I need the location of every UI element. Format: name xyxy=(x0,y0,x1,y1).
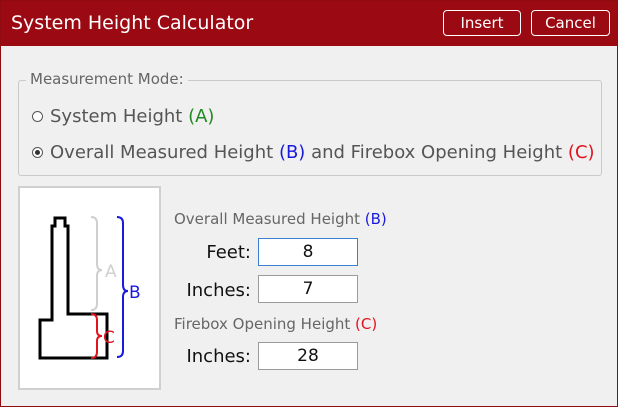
overall-inches-input[interactable]: 7 xyxy=(258,275,358,303)
brace-b-icon xyxy=(116,216,129,358)
diagram-label-b: B xyxy=(129,283,141,303)
radio-label: System Height xyxy=(50,106,183,127)
firebox-inches-input[interactable]: 28 xyxy=(258,342,358,370)
firebox-height-heading-text: Firebox Opening Height xyxy=(174,315,351,333)
window-title: System Height Calculator xyxy=(11,12,254,34)
radio-button-selected-icon[interactable] xyxy=(32,147,43,158)
title-bar: System Height Calculator Insert Cancel xyxy=(1,1,617,46)
calculator-window: System Height Calculator Insert Cancel M… xyxy=(0,0,618,407)
diagram-label-a: A xyxy=(105,262,117,282)
overall-inches-label: Inches: xyxy=(186,280,251,301)
brace-a-icon xyxy=(90,216,103,311)
firebox-height-heading: Firebox Opening Height (C) xyxy=(174,315,377,333)
radio-label-overall: Overall Measured Height xyxy=(50,142,274,163)
cancel-button[interactable]: Cancel xyxy=(531,10,610,36)
radio-button-icon[interactable] xyxy=(32,111,43,122)
measurement-mode-legend: Measurement Mode: xyxy=(26,70,188,88)
radio-label-firebox: and Firebox Opening Height xyxy=(311,142,563,163)
overall-height-heading-text: Overall Measured Height xyxy=(174,210,360,228)
firebox-height-heading-tag: (C) xyxy=(355,315,378,333)
radio-tag-c: (C) xyxy=(567,142,595,163)
radio-tag-a: (A) xyxy=(188,106,215,127)
brace-c-icon xyxy=(90,313,103,359)
diagram-label-c: C xyxy=(103,328,115,348)
radio-system-height[interactable]: System Height (A) xyxy=(32,106,214,127)
radio-overall-and-firebox[interactable]: Overall Measured Height (B) and Firebox … xyxy=(32,142,595,163)
overall-height-heading-tag: (B) xyxy=(364,210,387,228)
feet-input[interactable]: 8 xyxy=(258,238,358,266)
overall-height-heading: Overall Measured Height (B) xyxy=(174,210,387,228)
firebox-inches-label: Inches: xyxy=(186,346,251,367)
insert-button[interactable]: Insert xyxy=(443,10,521,36)
feet-label: Feet: xyxy=(206,242,251,263)
chimney-diagram-svg: A B C xyxy=(38,216,141,360)
radio-tag-b: (B) xyxy=(278,142,306,163)
chimney-diagram: A B C xyxy=(18,186,161,390)
